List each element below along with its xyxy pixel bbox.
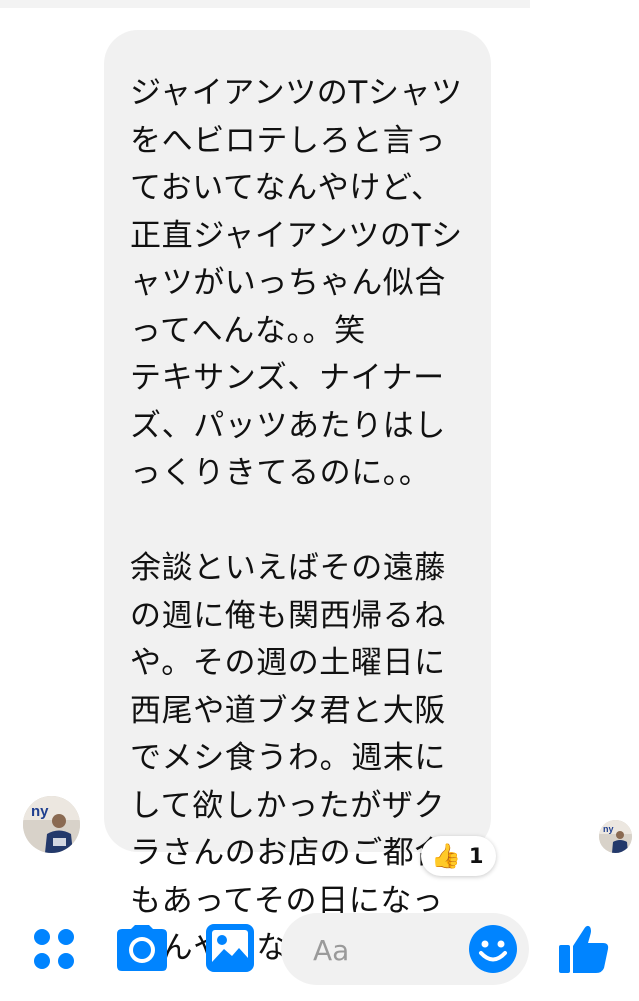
read-receipt-photo-image: ny [599, 820, 632, 853]
chat-screen: ジャイアンツのTシャツ をへビロテしろと言っ ておいてなんやけど、 正直ジャイア… [0, 0, 639, 1001]
camera-icon [117, 925, 167, 971]
message-line: ャツがいっちゃん似合 [130, 265, 446, 301]
message-line: 正直ジャイアンツのTシ [130, 217, 463, 254]
message-line: 西尾や道ブタ君と大阪 [130, 692, 446, 729]
photo-button[interactable] [204, 922, 256, 974]
message-line: でメシ食うわ。週末に [130, 740, 446, 776]
photo-icon [206, 924, 254, 972]
reaction-badge[interactable]: 👍 1 [421, 836, 496, 876]
message-input[interactable] [311, 927, 465, 973]
emoji-button[interactable] [467, 923, 519, 975]
thumbs-up-icon [559, 925, 609, 973]
read-receipt-avatar: ny [599, 820, 632, 853]
reaction-count: 1 [468, 844, 484, 868]
message-text: ジャイアンツのTシャツ をへビロテしろと言っ ておいてなんやけど、 正直ジャイア… [130, 70, 465, 973]
message-line: して欲しかったがザク [130, 787, 446, 824]
thumbs-up-reaction-icon: 👍 [431, 842, 461, 870]
apps-icon [34, 929, 74, 969]
message-line: 余談といえばその遠藤 [130, 550, 446, 586]
apps-button[interactable] [30, 925, 78, 973]
previous-message-edge [0, 0, 530, 8]
sender-photo-image: ny [23, 796, 80, 853]
message-line: をへビロテしろと言っ [130, 122, 446, 159]
message-line: っくりきてるのに。。 [130, 455, 431, 491]
emoji-icon [469, 925, 517, 973]
message-line: ズ、パッツあたりはし [130, 407, 446, 444]
message-line: ておいてなんやけど、 [130, 170, 443, 206]
message-line: や。その週の土曜日に [130, 645, 446, 681]
message-line: の週に俺も関西帰るね [130, 597, 446, 634]
sender-avatar[interactable]: ny [23, 796, 80, 853]
like-button[interactable] [556, 921, 612, 977]
svg-text:ny: ny [603, 824, 614, 834]
svg-text:ny: ny [31, 803, 49, 820]
message-line: テキサンズ、ナイナー [130, 360, 445, 396]
message-line: ラさんのお店のご都合 [130, 835, 446, 871]
message-line: ってへんな。。笑 [130, 312, 366, 349]
message-line: ジャイアンツのTシャツ [130, 75, 463, 111]
camera-button[interactable] [115, 922, 169, 974]
message-bubble[interactable]: ジャイアンツのTシャツ をへビロテしろと言っ ておいてなんやけど、 正直ジャイア… [104, 30, 491, 966]
